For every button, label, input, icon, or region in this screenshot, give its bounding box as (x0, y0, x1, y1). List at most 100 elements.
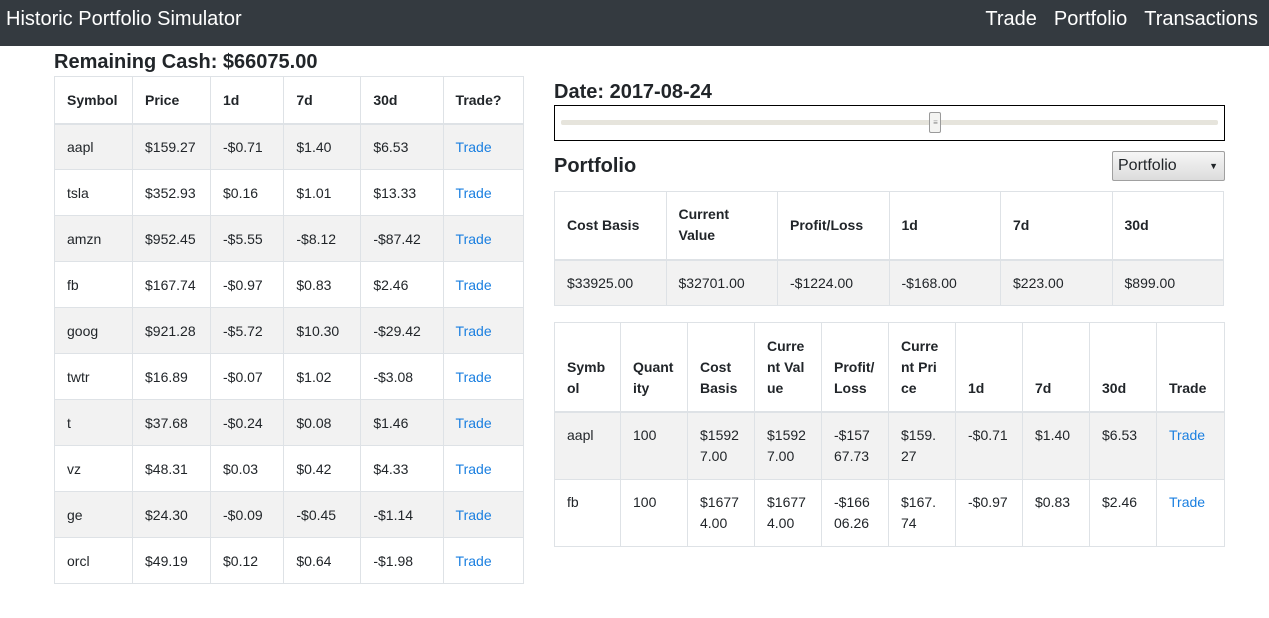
trade-cell: Trade (442, 307, 525, 354)
navbar: Historic Portfolio Simulator Trade Portf… (0, 0, 1269, 46)
summary-value: -$1224.00 (777, 259, 890, 306)
table-cell: -$8.12 (283, 215, 362, 262)
table-cell: 100 (620, 478, 688, 547)
portfolio-summary-table: Cost Basis Current Value Profit/Loss 1d 7d 30… (554, 191, 1224, 306)
table-row: tsla $352.93 $0.16 $1.01 $13.33 Trade (54, 169, 525, 216)
table-cell: $0.42 (283, 445, 362, 492)
column-header: Price (132, 76, 211, 125)
trade-cell: Trade (442, 353, 525, 400)
table-row: vz $48.31 $0.03 $0.42 $4.33 Trade (54, 445, 525, 492)
table-cell: -$1.98 (360, 537, 444, 584)
table-cell: $16774.00 (754, 478, 822, 547)
nav-link-transactions[interactable]: Transactions (1144, 7, 1258, 31)
table-cell: tsla (54, 169, 133, 216)
table-row: goog $921.28 -$5.72 $10.30 -$29.42 Trade (54, 307, 525, 354)
summary-value: $899.00 (1111, 259, 1224, 306)
table-cell: -$87.42 (360, 215, 444, 262)
table-cell: $2.46 (360, 261, 444, 308)
column-header: Current Value (754, 322, 822, 413)
table-cell: $49.19 (132, 537, 211, 584)
table-cell: $0.08 (283, 399, 362, 446)
table-cell: fb (554, 478, 621, 547)
table-cell: -$0.97 (209, 261, 285, 308)
table-row: twtr $16.89 -$0.07 $1.02 -$3.08 Trade (54, 353, 525, 400)
table-cell: -$15767.73 (821, 411, 889, 480)
stocks-table: Symbol Price 1d 7d 30d Trade? aapl $159.27 -$0.… (54, 76, 525, 584)
table-cell: $0.12 (209, 537, 285, 584)
table-cell: vz (54, 445, 133, 492)
table-cell: $10.30 (283, 307, 362, 354)
trade-link[interactable]: Trade (456, 277, 492, 293)
table-cell: $13.33 (360, 169, 444, 216)
trade-cell: Trade (442, 399, 525, 446)
table-cell: $1.02 (283, 353, 362, 400)
summary-value: $32701.00 (665, 259, 778, 306)
column-header: 7d (283, 76, 362, 125)
table-cell: $15927.00 (687, 411, 755, 480)
trade-link[interactable]: Trade (1169, 427, 1205, 443)
table-cell: aapl (554, 411, 621, 480)
column-header: 30d (1111, 191, 1224, 261)
table-cell: $15927.00 (754, 411, 822, 480)
slider-thumb[interactable]: ≡ (929, 112, 942, 133)
table-cell: amzn (54, 215, 133, 262)
trade-link[interactable]: Trade (456, 553, 492, 569)
holdings-table: Symbol Quantity Cost Basis Current Value Pro… (554, 322, 1225, 547)
table-cell: $921.28 (132, 307, 211, 354)
table-cell: $24.30 (132, 491, 211, 538)
table-cell: aapl (54, 123, 133, 170)
table-cell: $167.74 (888, 478, 956, 547)
column-header: Profit/Loss (821, 322, 889, 413)
table-cell: $159.27 (888, 411, 956, 480)
nav-link-trade[interactable]: Trade (985, 7, 1037, 31)
table-cell: -$0.97 (955, 478, 1023, 547)
summary-value: -$168.00 (888, 259, 1001, 306)
portfolio-title: Portfolio (554, 155, 637, 177)
app-brand[interactable]: Historic Portfolio Simulator (6, 7, 242, 31)
view-select[interactable]: Portfolio ▼ (1112, 151, 1225, 181)
trade-link[interactable]: Trade (456, 139, 492, 155)
table-cell: $952.45 (132, 215, 211, 262)
trade-link[interactable]: Trade (456, 461, 492, 477)
table-cell: -$1.14 (360, 491, 444, 538)
table-cell: $1.40 (1022, 411, 1090, 480)
table-row: orcl $49.19 $0.12 $0.64 -$1.98 Trade (54, 537, 525, 584)
column-header: Trade (1156, 322, 1225, 413)
summary-row: $33925.00 $32701.00 -$1224.00 -$168.00 $223.… (554, 259, 1224, 306)
trade-cell: Trade (442, 215, 525, 262)
table-cell: $16.89 (132, 353, 211, 400)
table-cell: $0.16 (209, 169, 285, 216)
table-cell: $0.83 (1022, 478, 1090, 547)
slider-track[interactable] (561, 120, 1218, 125)
trade-link[interactable]: Trade (456, 185, 492, 201)
column-header: Cost Basis (687, 322, 755, 413)
trade-link[interactable]: Trade (456, 369, 492, 385)
table-cell: t (54, 399, 133, 446)
nav-link-portfolio[interactable]: Portfolio (1054, 7, 1127, 31)
trade-link[interactable]: Trade (456, 231, 492, 247)
table-cell: $6.53 (1089, 411, 1157, 480)
table-cell: fb (54, 261, 133, 308)
table-row: fb 100 $16774.00 $16774.00 -$16606.26 $167.74… (554, 478, 1225, 547)
summary-value: $33925.00 (554, 259, 667, 306)
trade-link[interactable]: Trade (456, 507, 492, 523)
table-cell: twtr (54, 353, 133, 400)
table-cell: $16774.00 (687, 478, 755, 547)
trade-cell: Trade (1156, 411, 1225, 480)
table-row: amzn $952.45 -$5.55 -$8.12 -$87.42 Trade (54, 215, 525, 262)
column-header: Cost Basis (554, 191, 667, 261)
column-header: 7d (1000, 191, 1113, 261)
table-cell: $48.31 (132, 445, 211, 492)
table-cell: -$3.08 (360, 353, 444, 400)
table-row: fb $167.74 -$0.97 $0.83 $2.46 Trade (54, 261, 525, 308)
view-select-value: Portfolio (1118, 157, 1177, 174)
table-cell: -$29.42 (360, 307, 444, 354)
trade-link[interactable]: Trade (1169, 494, 1205, 510)
trade-cell: Trade (442, 261, 525, 308)
trade-link[interactable]: Trade (456, 415, 492, 431)
date-slider[interactable]: ≡ (554, 105, 1225, 141)
trade-link[interactable]: Trade (456, 323, 492, 339)
table-cell: -$0.71 (209, 123, 285, 170)
column-header: Quantity (620, 322, 688, 413)
trade-cell: Trade (442, 445, 525, 492)
